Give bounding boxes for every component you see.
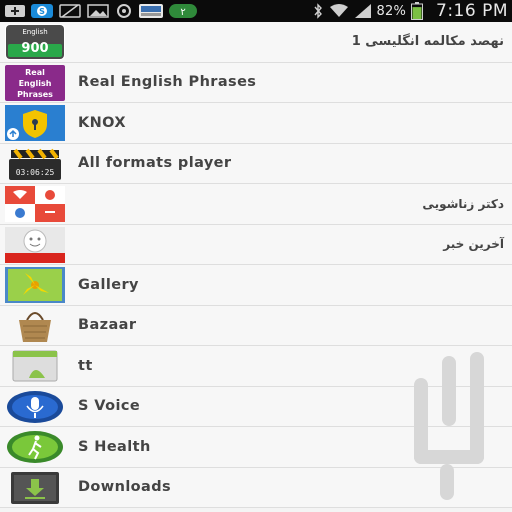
- list-item[interactable]: آخرین خبر: [0, 224, 512, 265]
- app-label: KNOX: [78, 114, 126, 131]
- gallery-icon: [5, 267, 65, 303]
- app-label: دکتر زناشویی: [422, 196, 504, 211]
- signal-icon: [354, 3, 372, 19]
- add-icon[interactable]: [4, 3, 26, 19]
- list-item[interactable]: S Health: [0, 427, 512, 468]
- english-900-number: 900: [21, 41, 48, 56]
- english-900-caption: English: [22, 28, 47, 36]
- s-health-icon: [5, 429, 65, 465]
- real-english-phrases-icon: Real English Phrases: [5, 64, 65, 101]
- no-sync-icon[interactable]: [58, 3, 82, 19]
- list-item[interactable]: 03:06:25 All formats player: [0, 143, 512, 184]
- phrases-line-1: Real: [25, 68, 45, 77]
- app-label: All formats player: [78, 155, 232, 172]
- bluetooth-icon: [312, 3, 324, 19]
- list-item[interactable]: Gallery: [0, 265, 512, 306]
- app-label: Real English Phrases: [78, 74, 257, 91]
- notification-badge-text: ۲: [180, 7, 185, 18]
- status-time: 7:16 PM: [436, 1, 508, 21]
- app-label: S Health: [78, 438, 151, 455]
- wifi-icon: [329, 3, 349, 19]
- list-item[interactable]: Bazaar: [0, 305, 512, 346]
- skype-icon[interactable]: S: [30, 3, 54, 19]
- app-badge-icon[interactable]: [138, 3, 164, 19]
- list-item[interactable]: Real English Phrases Real English Phrase…: [0, 62, 512, 103]
- app-label: Downloads: [78, 479, 172, 496]
- notification-2-icon[interactable]: ۲: [168, 3, 198, 19]
- phrases-line-2: English: [19, 79, 52, 88]
- s-voice-icon: [5, 389, 65, 425]
- app-list[interactable]: English 900 نهصد مکالمه انگلیسی 1 Real E…: [0, 22, 512, 512]
- list-item[interactable]: S Voice: [0, 386, 512, 427]
- settings-icon[interactable]: [114, 3, 134, 19]
- list-item[interactable]: tt: [0, 346, 512, 387]
- image-icon[interactable]: [86, 3, 110, 19]
- knox-icon: [5, 105, 65, 141]
- app-label: Bazaar: [78, 317, 137, 334]
- phrases-line-3: Phrases: [17, 90, 53, 99]
- battery-percent: 82%: [376, 3, 406, 19]
- list-item[interactable]: Downloads: [0, 467, 512, 508]
- bazaar-icon: [5, 307, 65, 344]
- clapperboard-icon: 03:06:25: [5, 146, 65, 182]
- app-label: آخرین خبر: [443, 237, 504, 252]
- list-item[interactable]: English 900 نهصد مکالمه انگلیسی 1: [0, 22, 512, 63]
- list-item[interactable]: KNOX: [0, 103, 512, 144]
- battery-icon: [411, 2, 423, 20]
- downloads-icon: [5, 470, 65, 506]
- app-label: Gallery: [78, 276, 139, 293]
- list-item[interactable]: دکتر زناشویی: [0, 184, 512, 225]
- clapperboard-timecode: 03:06:25: [16, 168, 55, 177]
- app-label: نهصد مکالمه انگلیسی 1: [351, 34, 504, 50]
- app-label: S Voice: [78, 398, 141, 415]
- english-900-icon: English 900: [5, 24, 65, 60]
- app-label: tt: [78, 357, 93, 374]
- marriage-doctor-icon: [5, 186, 65, 222]
- latest-news-icon: [5, 226, 65, 263]
- android-app-icon: [5, 348, 65, 384]
- status-bar: S ۲ 82% 7:16 PM: [0, 0, 512, 22]
- svg-text:S: S: [39, 7, 45, 16]
